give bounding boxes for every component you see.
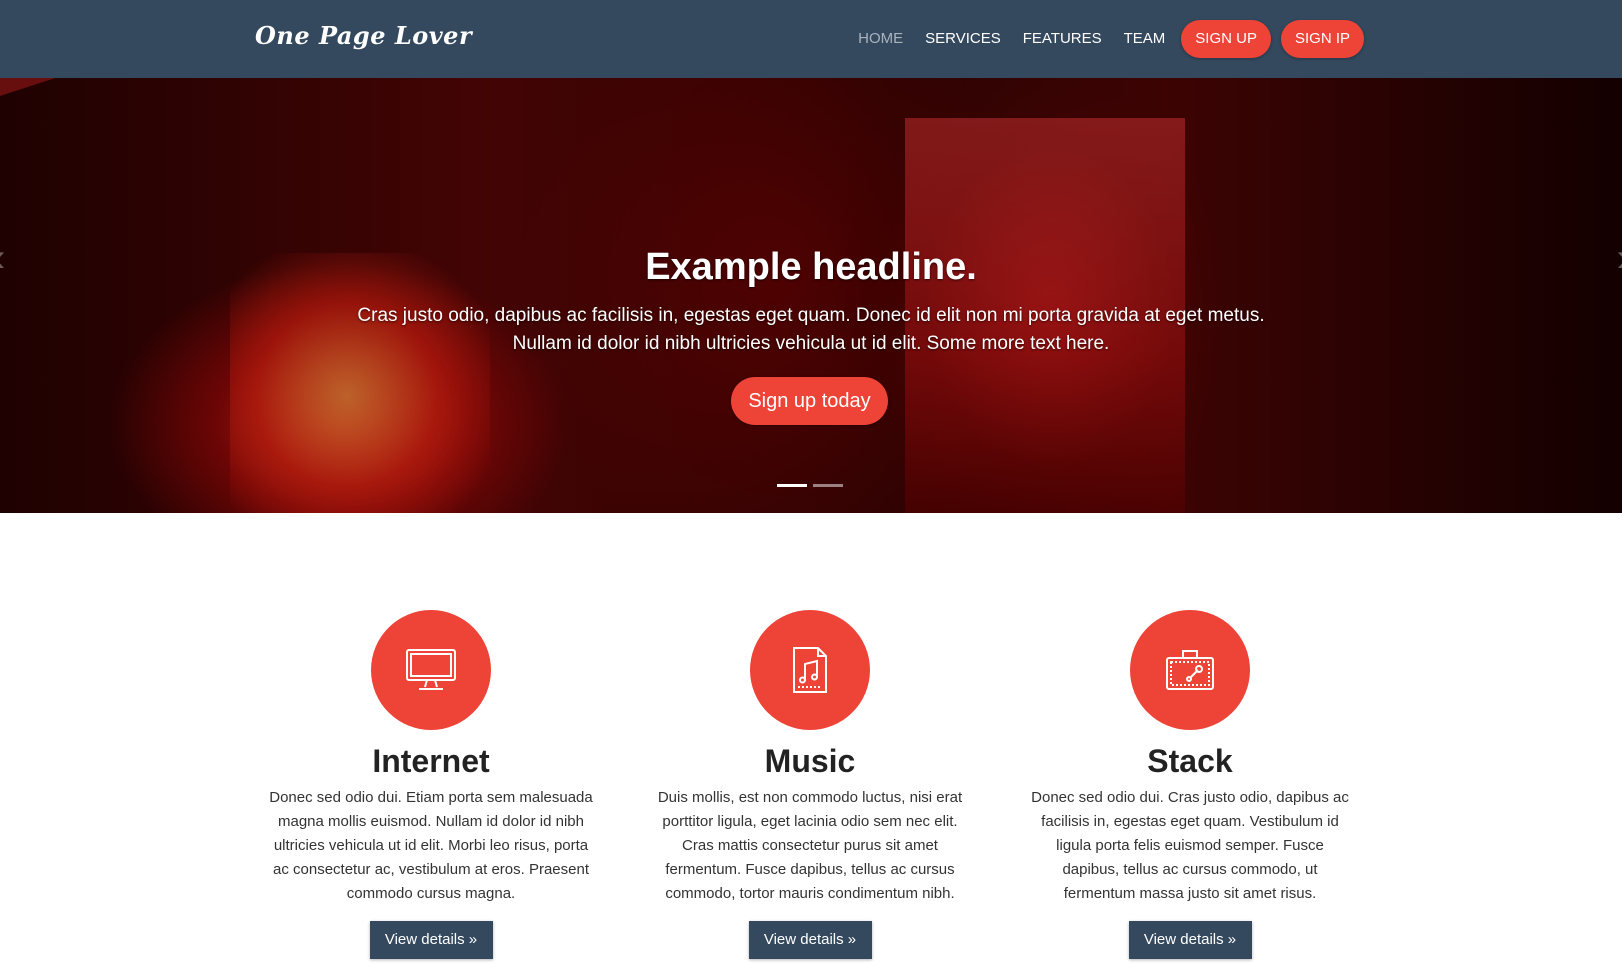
feature-icon-circle (371, 610, 491, 730)
view-details-button[interactable]: View details » (369, 921, 493, 959)
feature-title: Music (764, 743, 856, 779)
carousel-indicator-1[interactable] (777, 484, 807, 487)
navbar: One Page Lover HOME SERVICES FEATURES TE… (0, 0, 1622, 78)
sign-up-button[interactable]: SIGN UP (1181, 20, 1271, 58)
carousel-indicators (777, 484, 843, 487)
carousel-indicator-2[interactable] (813, 484, 843, 487)
feature-title: Internet (372, 743, 490, 779)
feature-icon-circle (750, 610, 870, 730)
music-file-icon (793, 647, 827, 693)
nav-link-home[interactable]: HOME (852, 20, 909, 58)
view-details-button[interactable]: View details » (748, 921, 872, 959)
feature-stack: Stack Donec sed odio dui. Cras justo odi… (1025, 610, 1355, 959)
sign-up-today-button[interactable]: Sign up today (731, 377, 888, 425)
hero-carousel: ‹ › Example headline. Cras justo odio, d… (0, 78, 1622, 513)
view-details-button[interactable]: View details » (1128, 921, 1252, 959)
feature-title: Stack (1147, 743, 1233, 779)
monitor-icon (406, 649, 456, 690)
sign-in-button[interactable]: SIGN IP (1280, 20, 1364, 58)
nav-link-features[interactable]: FEATURES (1017, 20, 1108, 58)
feature-text: Donec sed odio dui. Etiam porta sem male… (269, 789, 593, 902)
feature-text: Duis mollis, est non commodo luctus, nis… (657, 789, 963, 902)
feature-icon-circle (1130, 610, 1250, 730)
feature-internet: Internet Donec sed odio dui. Etiam porta… (266, 610, 596, 959)
hero-overlay (0, 78, 1622, 513)
toolbox-icon (1166, 650, 1214, 690)
hero-headline: Example headline. (645, 246, 977, 288)
nav-menu: HOME SERVICES FEATURES TEAM SIGN UP SIGN… (852, 20, 1364, 58)
brand-logo[interactable]: One Page Lover (255, 21, 472, 50)
nav-link-services[interactable]: SERVICES (919, 20, 1007, 58)
hero-text: Cras justo odio, dapibus ac facilisis in… (357, 305, 1265, 354)
nav-link-team[interactable]: TEAM (1118, 20, 1172, 58)
feature-text: Donec sed odio dui. Cras justo odio, dap… (1031, 789, 1349, 902)
feature-music: Music Duis mollis, est non commodo luctu… (645, 610, 975, 959)
